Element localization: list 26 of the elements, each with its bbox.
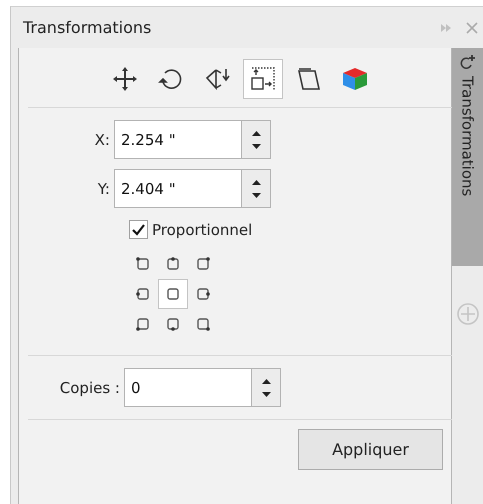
up-arrow-icon[interactable] xyxy=(252,180,260,184)
number-field[interactable]: 2.254 " xyxy=(114,120,241,159)
skew-icon xyxy=(295,65,323,93)
window-title: Transformations xyxy=(23,18,152,37)
transform-icon xyxy=(460,54,476,70)
spin-control[interactable] xyxy=(241,120,271,159)
spin-control[interactable] xyxy=(251,368,281,407)
number-field[interactable]: 0 xyxy=(124,368,251,407)
field-label: Copies : xyxy=(58,378,120,396)
spin-control[interactable] xyxy=(241,169,271,208)
side-tab[interactable]: Transformations xyxy=(452,48,483,266)
check-icon xyxy=(132,224,145,236)
field-label: Y: xyxy=(96,180,110,198)
number-field[interactable]: 2.404 " xyxy=(114,169,241,208)
proportional-checkbox[interactable]: Proportionnel xyxy=(129,220,443,239)
cube-icon xyxy=(341,65,369,93)
up-arrow-icon[interactable] xyxy=(252,130,260,136)
up-arrow-icon[interactable] xyxy=(262,378,270,384)
field-label: X: xyxy=(94,130,110,148)
apply-button[interactable]: Appliquer xyxy=(298,429,443,470)
tool-button[interactable] xyxy=(243,59,283,99)
down-arrow-icon[interactable] xyxy=(262,392,270,396)
down-arrow-icon[interactable] xyxy=(252,144,260,148)
anchor-button[interactable] xyxy=(158,279,188,309)
down-arrow-icon[interactable] xyxy=(252,192,260,198)
move-icon xyxy=(111,65,139,93)
